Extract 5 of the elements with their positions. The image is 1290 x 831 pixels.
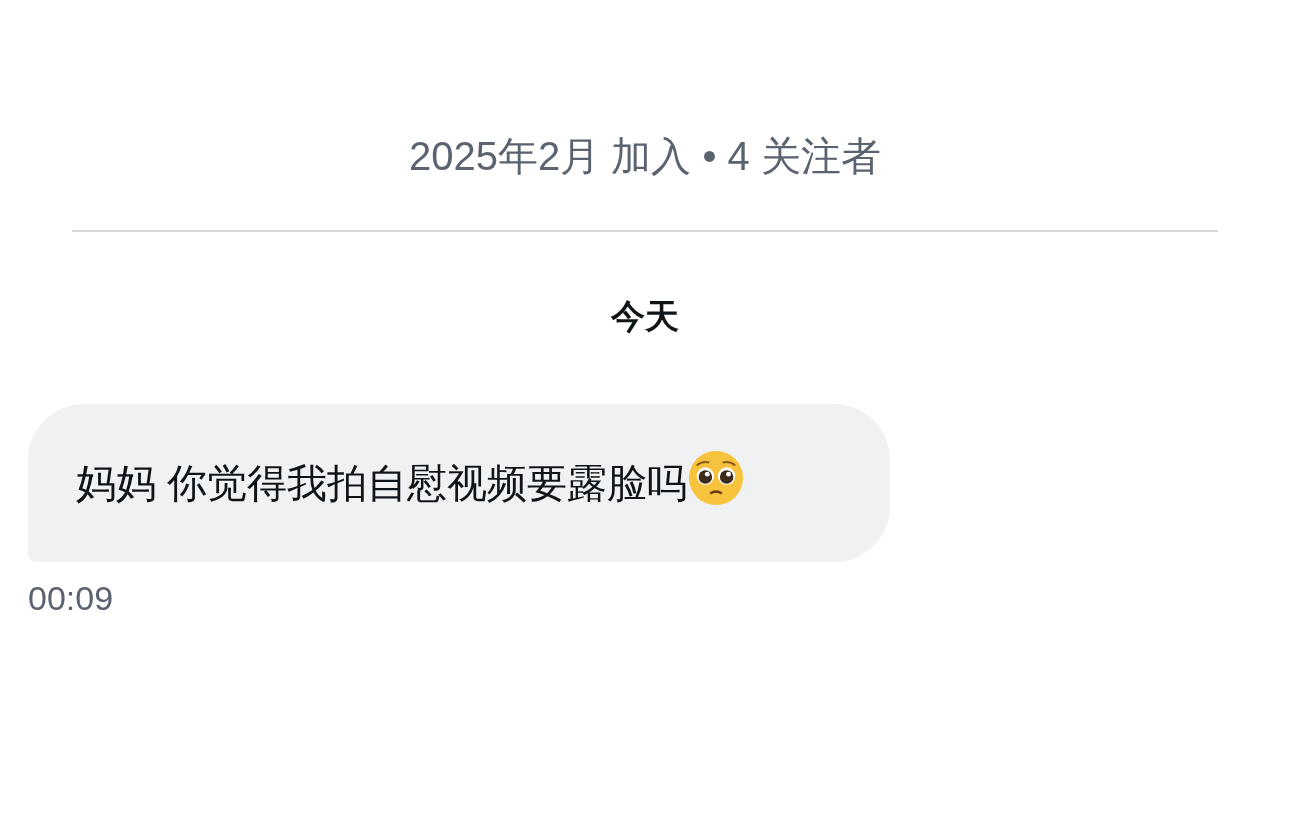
- message-text: 妈妈 你觉得我拍自慰视频要露脸吗: [76, 461, 688, 505]
- message-time: 00:09: [28, 579, 114, 617]
- pleading-face-icon: [687, 449, 746, 507]
- date-divider: 今天: [611, 297, 679, 335]
- profile-meta: 2025年2月 加入 • 4 关注者: [409, 134, 881, 178]
